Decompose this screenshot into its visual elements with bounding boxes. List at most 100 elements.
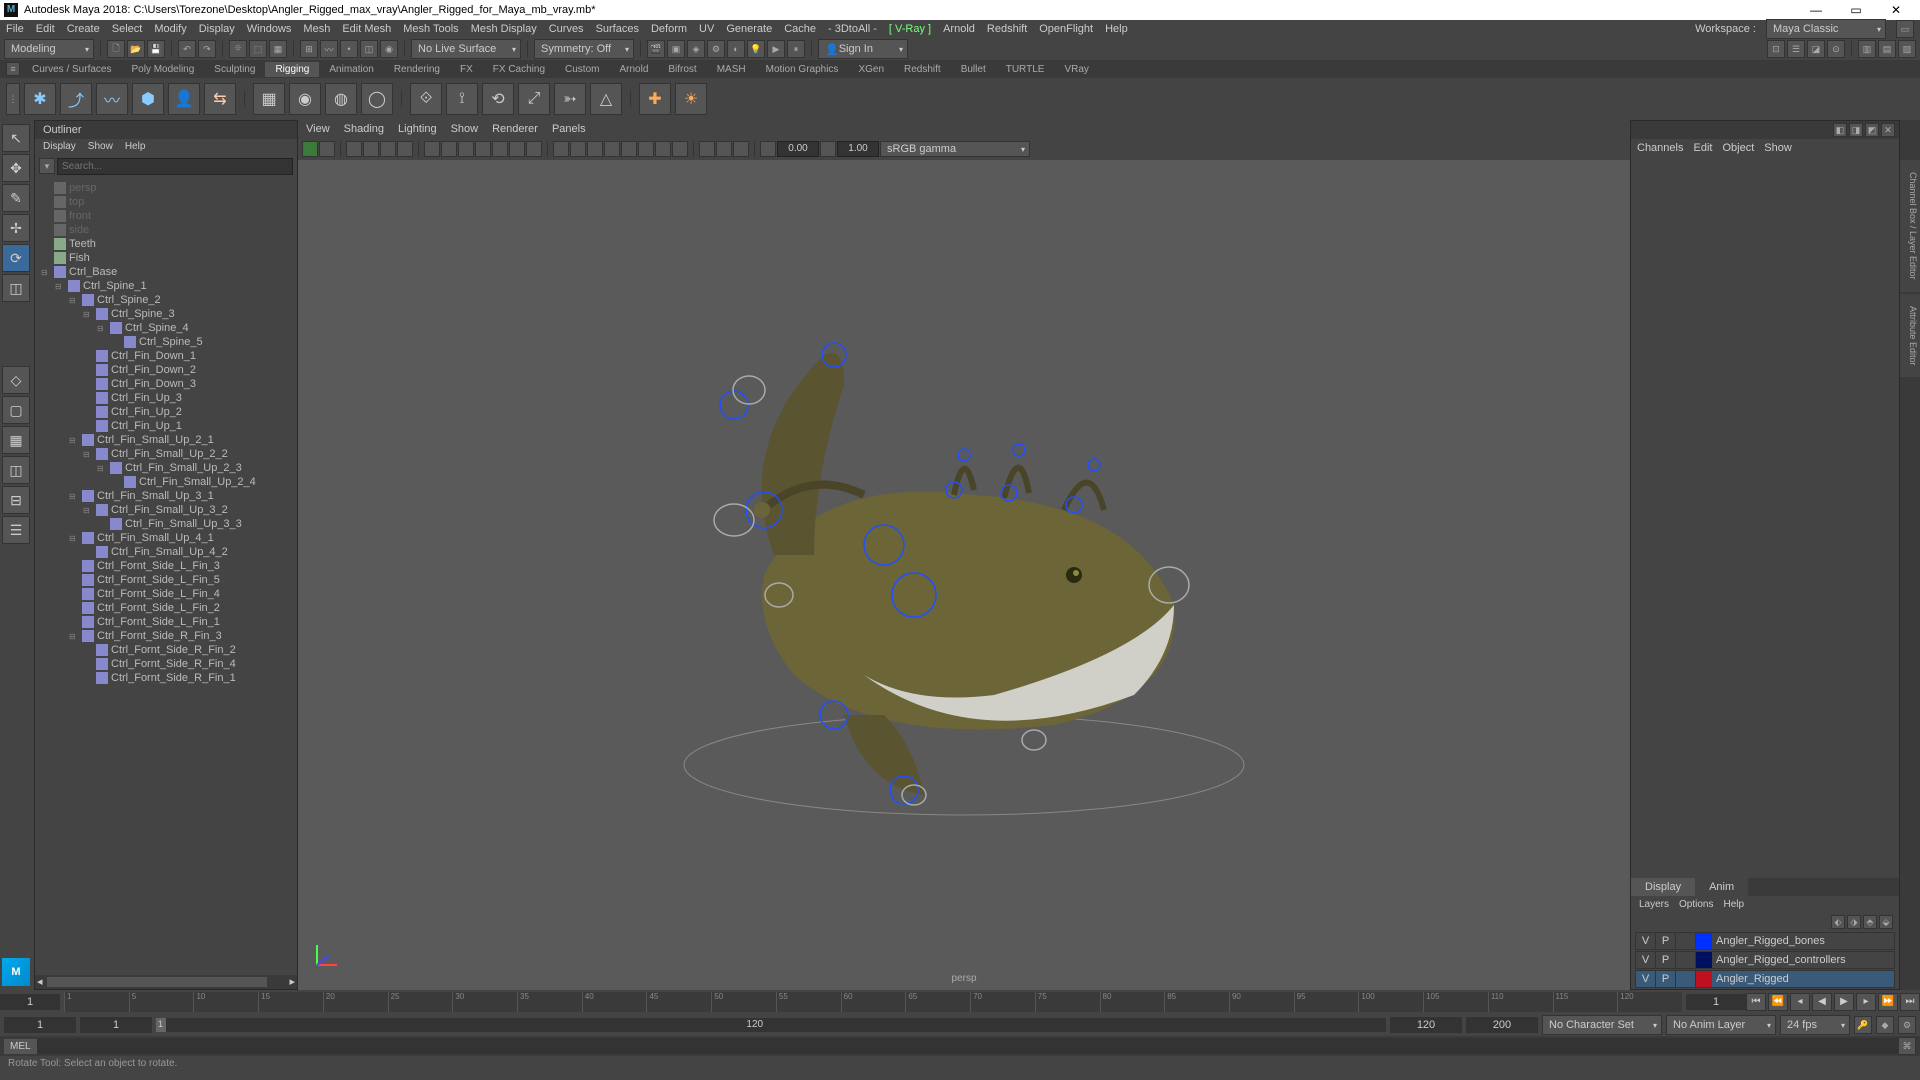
- shelf-constrain-orient-icon[interactable]: ⟲: [482, 83, 514, 115]
- vp-bookmarks-icon[interactable]: [346, 141, 362, 157]
- outliner-item[interactable]: Ctrl_Fin_Up_1: [35, 419, 297, 433]
- character-set-dropdown[interactable]: No Character Set: [1542, 1015, 1662, 1035]
- render-settings-icon[interactable]: ⚙: [707, 40, 725, 58]
- vp-use-lights-icon[interactable]: [587, 141, 603, 157]
- vp-lock-camera-icon[interactable]: [319, 141, 335, 157]
- step-back-key-button[interactable]: ⏪: [1768, 993, 1788, 1011]
- shelf-hik-icon[interactable]: ✚: [639, 83, 671, 115]
- vp-motion-blur-icon[interactable]: [638, 141, 654, 157]
- layer-playback-toggle[interactable]: P: [1656, 952, 1676, 968]
- channel-box-toggle-icon[interactable]: ▥: [1858, 40, 1876, 58]
- isolate-icon[interactable]: ⊙: [1827, 40, 1845, 58]
- time-ruler[interactable]: 1510152025303540455055606570758085909510…: [64, 992, 1682, 1012]
- shelf-tab-bifrost[interactable]: Bifrost: [658, 62, 706, 77]
- menu-file[interactable]: File: [6, 23, 24, 35]
- shelf-ikspline-icon[interactable]: 〰: [96, 83, 128, 115]
- collapse-icon[interactable]: ⊟: [97, 464, 107, 473]
- shelf-wrap-icon[interactable]: ◯: [361, 83, 393, 115]
- shelf-constrain-scale-icon[interactable]: ⤢: [518, 83, 550, 115]
- shelf-mirror-icon[interactable]: ⇆: [204, 83, 236, 115]
- workspace-dropdown[interactable]: Maya Classic: [1766, 19, 1886, 39]
- go-start-button[interactable]: ⏮: [1746, 993, 1766, 1011]
- menu-cache[interactable]: Cache: [784, 23, 816, 35]
- shelf-tab-rendering[interactable]: Rendering: [384, 62, 450, 77]
- outliner-item[interactable]: ⊟Ctrl_Spine_2: [35, 293, 297, 307]
- menu-create[interactable]: Create: [67, 23, 100, 35]
- range-start-outer[interactable]: 1: [4, 1017, 76, 1033]
- vp-menu-lighting[interactable]: Lighting: [398, 123, 437, 135]
- cb-pose-icon[interactable]: ◨: [1849, 123, 1863, 137]
- layer-menu-options[interactable]: Options: [1679, 899, 1713, 910]
- shelf-cluster-icon[interactable]: ◉: [289, 83, 321, 115]
- rotate-tool-icon[interactable]: ⟳: [2, 244, 30, 272]
- vp-exposure-field[interactable]: 0.00: [777, 141, 819, 157]
- hud-toggle-icon[interactable]: ☰: [1787, 40, 1805, 58]
- outliner-item[interactable]: Ctrl_Fin_Up_2: [35, 405, 297, 419]
- layer-color-swatch[interactable]: [1696, 971, 1712, 987]
- outliner-menu-show[interactable]: Show: [88, 141, 113, 152]
- vp-smooth-shade-icon[interactable]: [570, 141, 586, 157]
- ipr-icon[interactable]: ◈: [687, 40, 705, 58]
- vp-safe-action-icon[interactable]: [509, 141, 525, 157]
- outliner-item[interactable]: Ctrl_Fornt_Side_L_Fin_2: [35, 601, 297, 615]
- outliner-item[interactable]: ⊟Ctrl_Spine_1: [35, 279, 297, 293]
- shelf-tab-bullet[interactable]: Bullet: [951, 62, 996, 77]
- outliner-item[interactable]: Ctrl_Fornt_Side_L_Fin_4: [35, 587, 297, 601]
- outliner-item[interactable]: Ctrl_Fin_Down_1: [35, 349, 297, 363]
- menu-windows[interactable]: Windows: [247, 23, 292, 35]
- shelf-constrain-parent-icon[interactable]: ⟐: [410, 83, 442, 115]
- layer-visibility-toggle[interactable]: V: [1636, 971, 1656, 987]
- outliner-scrollbar[interactable]: ◂▸: [35, 975, 297, 989]
- shelf-tab-redshift[interactable]: Redshift: [894, 62, 951, 77]
- range-slider[interactable]: 1 120: [156, 1018, 1386, 1032]
- outliner-item[interactable]: persp: [35, 181, 297, 195]
- time-slider[interactable]: 1 15101520253035404550556065707580859095…: [0, 990, 1920, 1014]
- set-key-icon[interactable]: ◆: [1876, 1016, 1894, 1034]
- command-input[interactable]: [37, 1038, 1898, 1054]
- menu-uv[interactable]: UV: [699, 23, 714, 35]
- outliner-item[interactable]: Ctrl_Fin_Down_3: [35, 377, 297, 391]
- vp-shadows-icon[interactable]: [604, 141, 620, 157]
- maximize-button[interactable]: ▭: [1836, 1, 1876, 19]
- layer-menu-help[interactable]: Help: [1723, 899, 1744, 910]
- menuset-dropdown[interactable]: Modeling: [4, 39, 94, 59]
- menu-mesh[interactable]: Mesh: [303, 23, 330, 35]
- shelf-skin-icon[interactable]: ⬢: [132, 83, 164, 115]
- menu-modify[interactable]: Modify: [154, 23, 186, 35]
- outliner-item[interactable]: ⊟Ctrl_Fin_Small_Up_3_2: [35, 503, 297, 517]
- shelf-tab-vray[interactable]: VRay: [1054, 62, 1098, 77]
- layer-move-up-icon[interactable]: ⬖: [1831, 915, 1845, 929]
- snap-live-icon[interactable]: ◉: [380, 40, 398, 58]
- menu-arnold[interactable]: Arnold: [943, 23, 975, 35]
- layer-new-selected-icon[interactable]: ⬙: [1879, 915, 1893, 929]
- shelf-constrain-aim-icon[interactable]: ➳: [554, 83, 586, 115]
- menu-redshift[interactable]: Redshift: [987, 23, 1027, 35]
- vp-menu-shading[interactable]: Shading: [344, 123, 384, 135]
- vp-image-plane-icon[interactable]: [363, 141, 379, 157]
- tool-settings-toggle-icon[interactable]: ▨: [1898, 40, 1916, 58]
- move-tool-icon[interactable]: ✢: [2, 214, 30, 242]
- range-handle[interactable]: 1: [156, 1018, 166, 1032]
- layer-playback-toggle[interactable]: P: [1656, 933, 1676, 949]
- outliner-item[interactable]: Ctrl_Fornt_Side_R_Fin_1: [35, 671, 297, 685]
- menu-mesh-display[interactable]: Mesh Display: [471, 23, 537, 35]
- two-pane-side-icon[interactable]: ◫: [2, 456, 30, 484]
- workspace-save-icon[interactable]: ▭: [1896, 20, 1914, 38]
- time-current-end[interactable]: 1: [1686, 994, 1746, 1010]
- outliner-item[interactable]: Teeth: [35, 237, 297, 251]
- live-surface-dropdown[interactable]: No Live Surface: [411, 39, 521, 59]
- light-editor-icon[interactable]: 💡: [747, 40, 765, 58]
- outliner-search-input[interactable]: [57, 158, 293, 175]
- sign-in-dropdown[interactable]: 👤 Sign In: [818, 39, 908, 59]
- shelf-tab-rigging[interactable]: Rigging: [265, 62, 319, 77]
- snap-curve-icon[interactable]: 〰: [320, 40, 338, 58]
- shelf-blend-icon[interactable]: ◍: [325, 83, 357, 115]
- layer-tab-anim[interactable]: Anim: [1695, 878, 1748, 896]
- vp-menu-view[interactable]: View: [306, 123, 330, 135]
- outliner-item[interactable]: Ctrl_Fornt_Side_R_Fin_2: [35, 643, 297, 657]
- layer-menu-layers[interactable]: Layers: [1639, 899, 1669, 910]
- layer-visibility-toggle[interactable]: V: [1636, 933, 1656, 949]
- collapse-icon[interactable]: ⊟: [69, 534, 79, 543]
- xray-icon[interactable]: ◪: [1807, 40, 1825, 58]
- cb-menu-channels[interactable]: Channels: [1637, 142, 1683, 154]
